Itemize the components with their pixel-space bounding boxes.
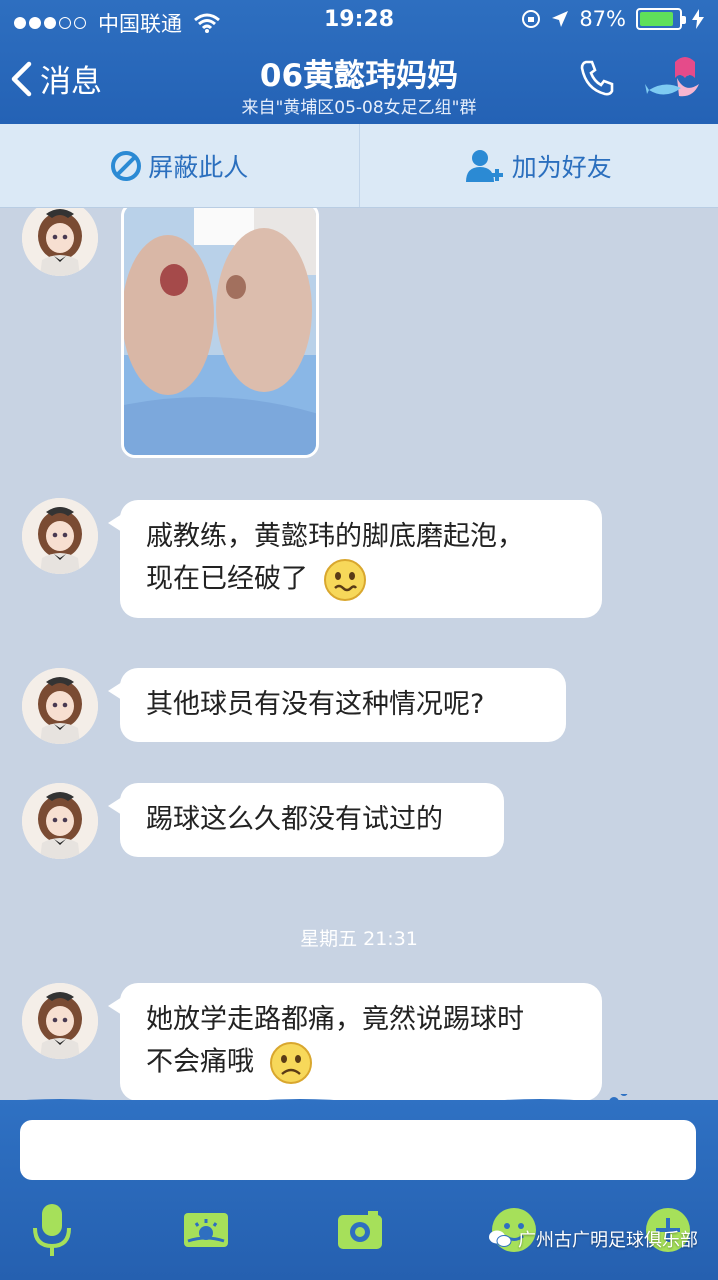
avatar[interactable] [22,668,98,744]
message-bubble[interactable]: 戚教练，黄懿玮的脚底磨起泡， 现在已经破了 [108,500,602,618]
message-bubble[interactable]: 其他球员有没有这种情况呢? [108,668,566,742]
block-user-label: 屏蔽此人 [148,152,249,182]
wavy-mouth-emoji-icon [323,559,366,601]
message-text: 戚教练，黄懿玮的脚底磨起泡， [146,521,524,552]
location-arrow-icon [552,11,569,27]
voice-button[interactable] [24,1200,80,1260]
image-message[interactable] [121,208,319,458]
chat-area[interactable]: 戚教练，黄懿玮的脚底磨起泡， 现在已经破了 其他球员有没有这种情况呢? 踢球这么… [0,208,718,1103]
action-bar: 屏蔽此人 加为好友 [0,124,718,208]
message-text: 她放学走路都痛，竟然说踢球时 [146,1004,524,1035]
avatar[interactable] [22,208,98,276]
camera-icon [338,1211,382,1249]
add-friend-button[interactable]: 加为好友 [358,124,718,207]
avatar[interactable] [22,498,98,574]
camera-button[interactable] [332,1200,388,1260]
phone-icon[interactable] [580,60,614,100]
picture-icon [184,1213,228,1247]
picture-button[interactable] [178,1200,234,1260]
message-text-line2: 现在已经破了 [146,558,576,602]
add-friend-icon [465,149,503,182]
block-user-button[interactable]: 屏蔽此人 [0,124,359,207]
battery-percent: 87% [579,7,626,31]
message-text-line2: 不会痛哦 [146,1041,576,1085]
watermark-text: 广州古广明足球俱乐部 [518,1230,698,1251]
add-friend-label: 加为好友 [511,152,612,182]
avatar[interactable] [22,983,98,1059]
charging-icon [692,9,704,29]
message-bubble[interactable]: 她放学走路都痛，竟然说踢球时 不会痛哦 [108,983,602,1101]
message-text: 踢球这么久都没有试过的 [146,804,443,835]
input-bar [0,1100,718,1280]
wechat-icon [489,1230,512,1247]
status-right: 87% [521,7,704,31]
block-icon [111,150,142,181]
message-bubble[interactable]: 踢球这么久都没有试过的 [108,783,504,857]
group-profile-icon[interactable] [645,54,703,106]
message-text: 其他球员有没有这种情况呢? [146,689,485,720]
top-bar: 中国联通 19:28 87% 消息 06黄懿玮妈妈 来自"黄埔区05-08女足乙… [0,0,718,124]
watermark: 广州古广明足球俱乐部 [488,1226,698,1252]
battery-icon [636,8,686,30]
message-input[interactable] [20,1120,696,1180]
rotation-lock-icon [522,10,541,28]
sad-emoji-icon [269,1042,312,1084]
status-bar: 中国联通 19:28 87% [0,0,718,40]
microphone-icon [33,1204,71,1256]
avatar[interactable] [22,783,98,859]
timestamp: 星期五 21:31 [300,928,418,950]
